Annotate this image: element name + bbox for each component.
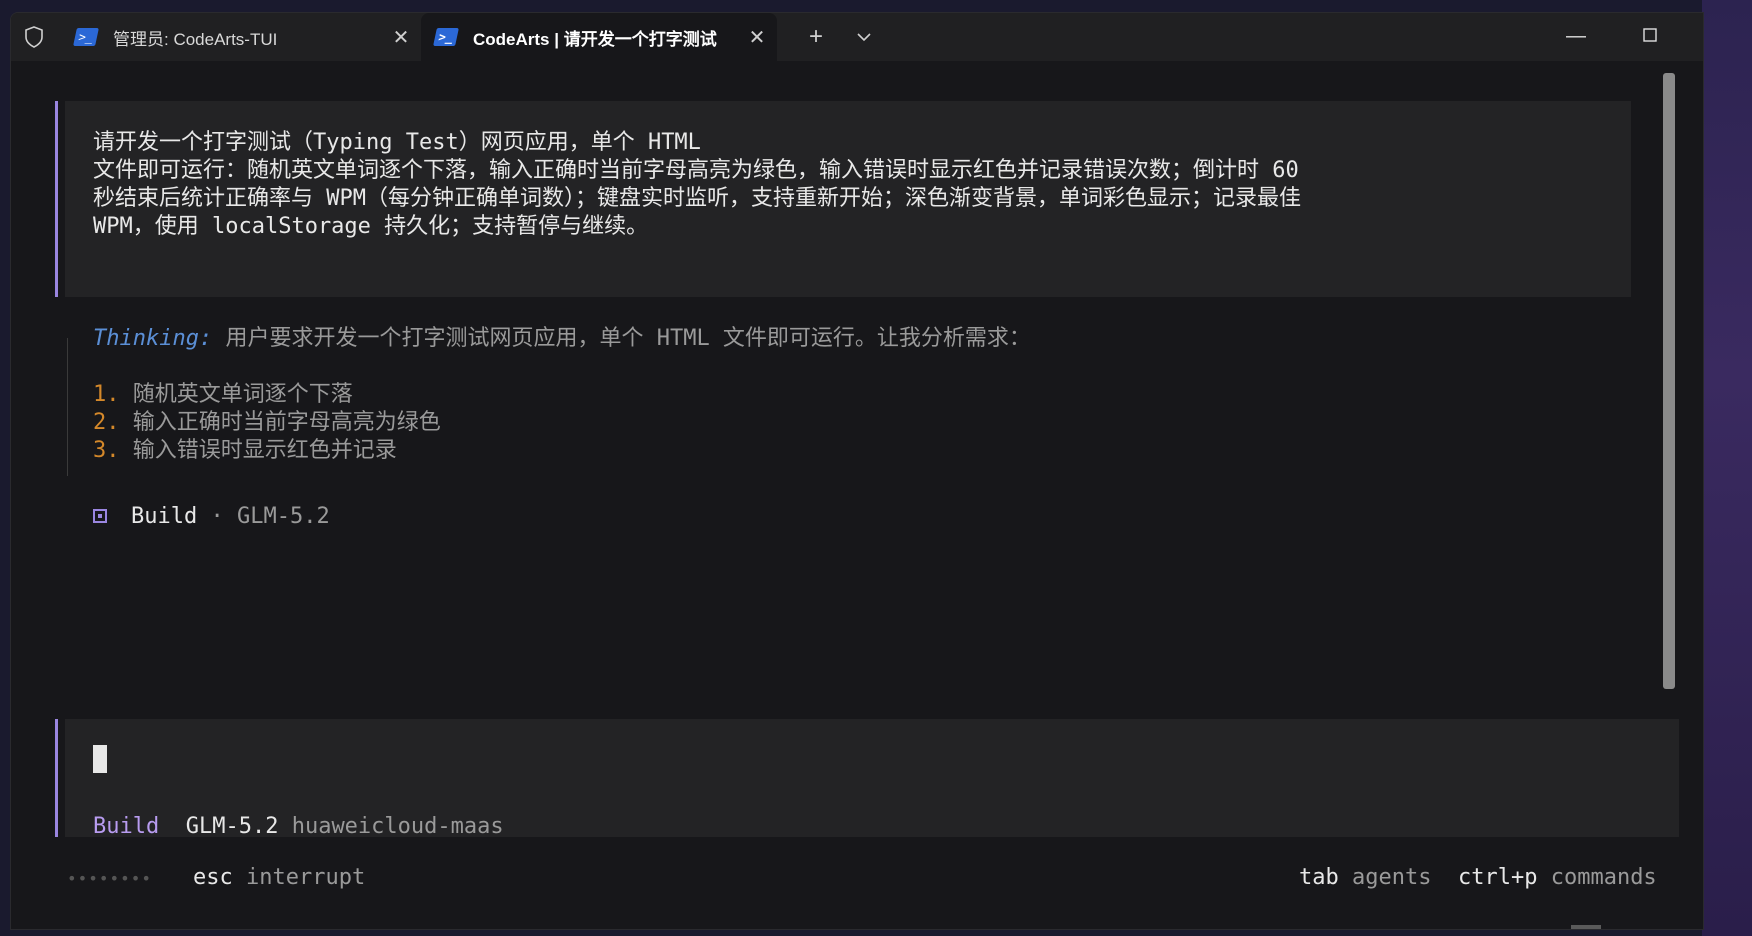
prompt-line: 请开发一个打字测试（Typing Test）网页应用，单个 HTML [93, 130, 701, 155]
esc-label: interrupt [246, 865, 366, 890]
new-tab-button[interactable]: + [801, 23, 831, 51]
desktop-background [1702, 0, 1752, 936]
tab-title: CodeArts | 请开发一个打字测试 [473, 29, 717, 49]
title-bar: >_ 管理员: CodeArts-TUI ✕ >_ CodeArts | 请开发… [11, 13, 1703, 61]
input-accent-bar [55, 719, 58, 837]
list-text: 输入正确时当前字母高亮为绿色 [119, 410, 441, 435]
progress-dots: •••••••• [67, 869, 153, 888]
tab-codearts-tui[interactable]: >_ 管理员: CodeArts-TUI ✕ [61, 13, 421, 61]
list-text: 输入错误时显示红色并记录 [119, 438, 397, 463]
thinking-text: 用户要求开发一个打字测试网页应用，单个 HTML 文件即可运行。让我分析需求： [212, 326, 1031, 351]
text-cursor [93, 745, 107, 773]
cmd-label: commands [1550, 865, 1657, 890]
chevron-down-icon [857, 33, 871, 42]
scrollbar[interactable] [1663, 73, 1675, 689]
shortcut-hints: tab agents ctrl+p commands [1299, 864, 1657, 892]
list-item: 2. 输入正确时当前字母高亮为绿色 [93, 409, 441, 437]
terminal-window: >_ 管理员: CodeArts-TUI ✕ >_ CodeArts | 请开发… [10, 12, 1704, 930]
tab-dropdown-button[interactable] [849, 23, 879, 51]
build-status-icon [93, 509, 107, 523]
list-item: 1. 随机英文单词逐个下落 [93, 381, 353, 409]
cmd-key: ctrl+p [1457, 865, 1538, 890]
build-agent: Build [131, 504, 198, 529]
prompt-line: 文件即可运行：随机英文单词逐个下落，输入正确时当前字母高亮为绿色，输入错误时显示… [93, 158, 1299, 183]
tab-label: agents [1352, 865, 1432, 890]
powershell-icon: >_ [73, 28, 99, 46]
esc-hint: esc interrupt [193, 864, 365, 892]
esc-key: esc [193, 865, 233, 890]
list-number: 2. [93, 410, 120, 435]
list-number: 1. [93, 382, 120, 407]
maximize-button[interactable] [1625, 21, 1675, 51]
input-status: Build GLM-5.2 huaweicloud-maas [93, 813, 504, 841]
thinking-line: Thinking: 用户要求开发一个打字测试网页应用，单个 HTML 文件即可运… [93, 325, 1031, 353]
input-provider: huaweicloud-maas [291, 814, 504, 839]
minimize-button[interactable]: — [1551, 21, 1601, 51]
tab-key: tab [1299, 865, 1339, 890]
thinking-bar [67, 338, 68, 476]
tab-codearts-active[interactable]: >_ CodeArts | 请开发一个打字测试 ✕ [421, 13, 777, 61]
build-model: GLM-5.2 [236, 504, 330, 529]
tab-title: 管理员: CodeArts-TUI [113, 29, 278, 49]
prompt-line: 秒结束后统计正确率与 WPM（每分钟正确单词数）；键盘实时监听，支持重新开始；深… [93, 186, 1301, 211]
shield-icon [25, 26, 43, 48]
prompt-line: WPM，使用 localStorage 持久化；支持暂停与继续。 [93, 214, 649, 239]
close-tab-icon[interactable]: ✕ [737, 25, 777, 50]
input-model[interactable]: GLM-5.2 [186, 814, 279, 839]
input-agent[interactable]: Build [93, 814, 159, 839]
list-number: 3. [93, 438, 120, 463]
list-text: 随机英文单词逐个下落 [119, 382, 353, 407]
build-separator: · [197, 504, 237, 529]
close-tab-icon[interactable]: ✕ [381, 25, 421, 50]
thinking-label: Thinking: [93, 326, 213, 351]
build-status: Build · GLM-5.2 [131, 503, 330, 531]
horizontal-scroll-thumb[interactable] [1571, 925, 1601, 929]
maximize-icon [1643, 28, 1657, 42]
powershell-icon: >_ [433, 28, 459, 46]
list-item: 3. 输入错误时显示红色并记录 [93, 437, 397, 465]
prompt-accent-bar [55, 101, 58, 297]
